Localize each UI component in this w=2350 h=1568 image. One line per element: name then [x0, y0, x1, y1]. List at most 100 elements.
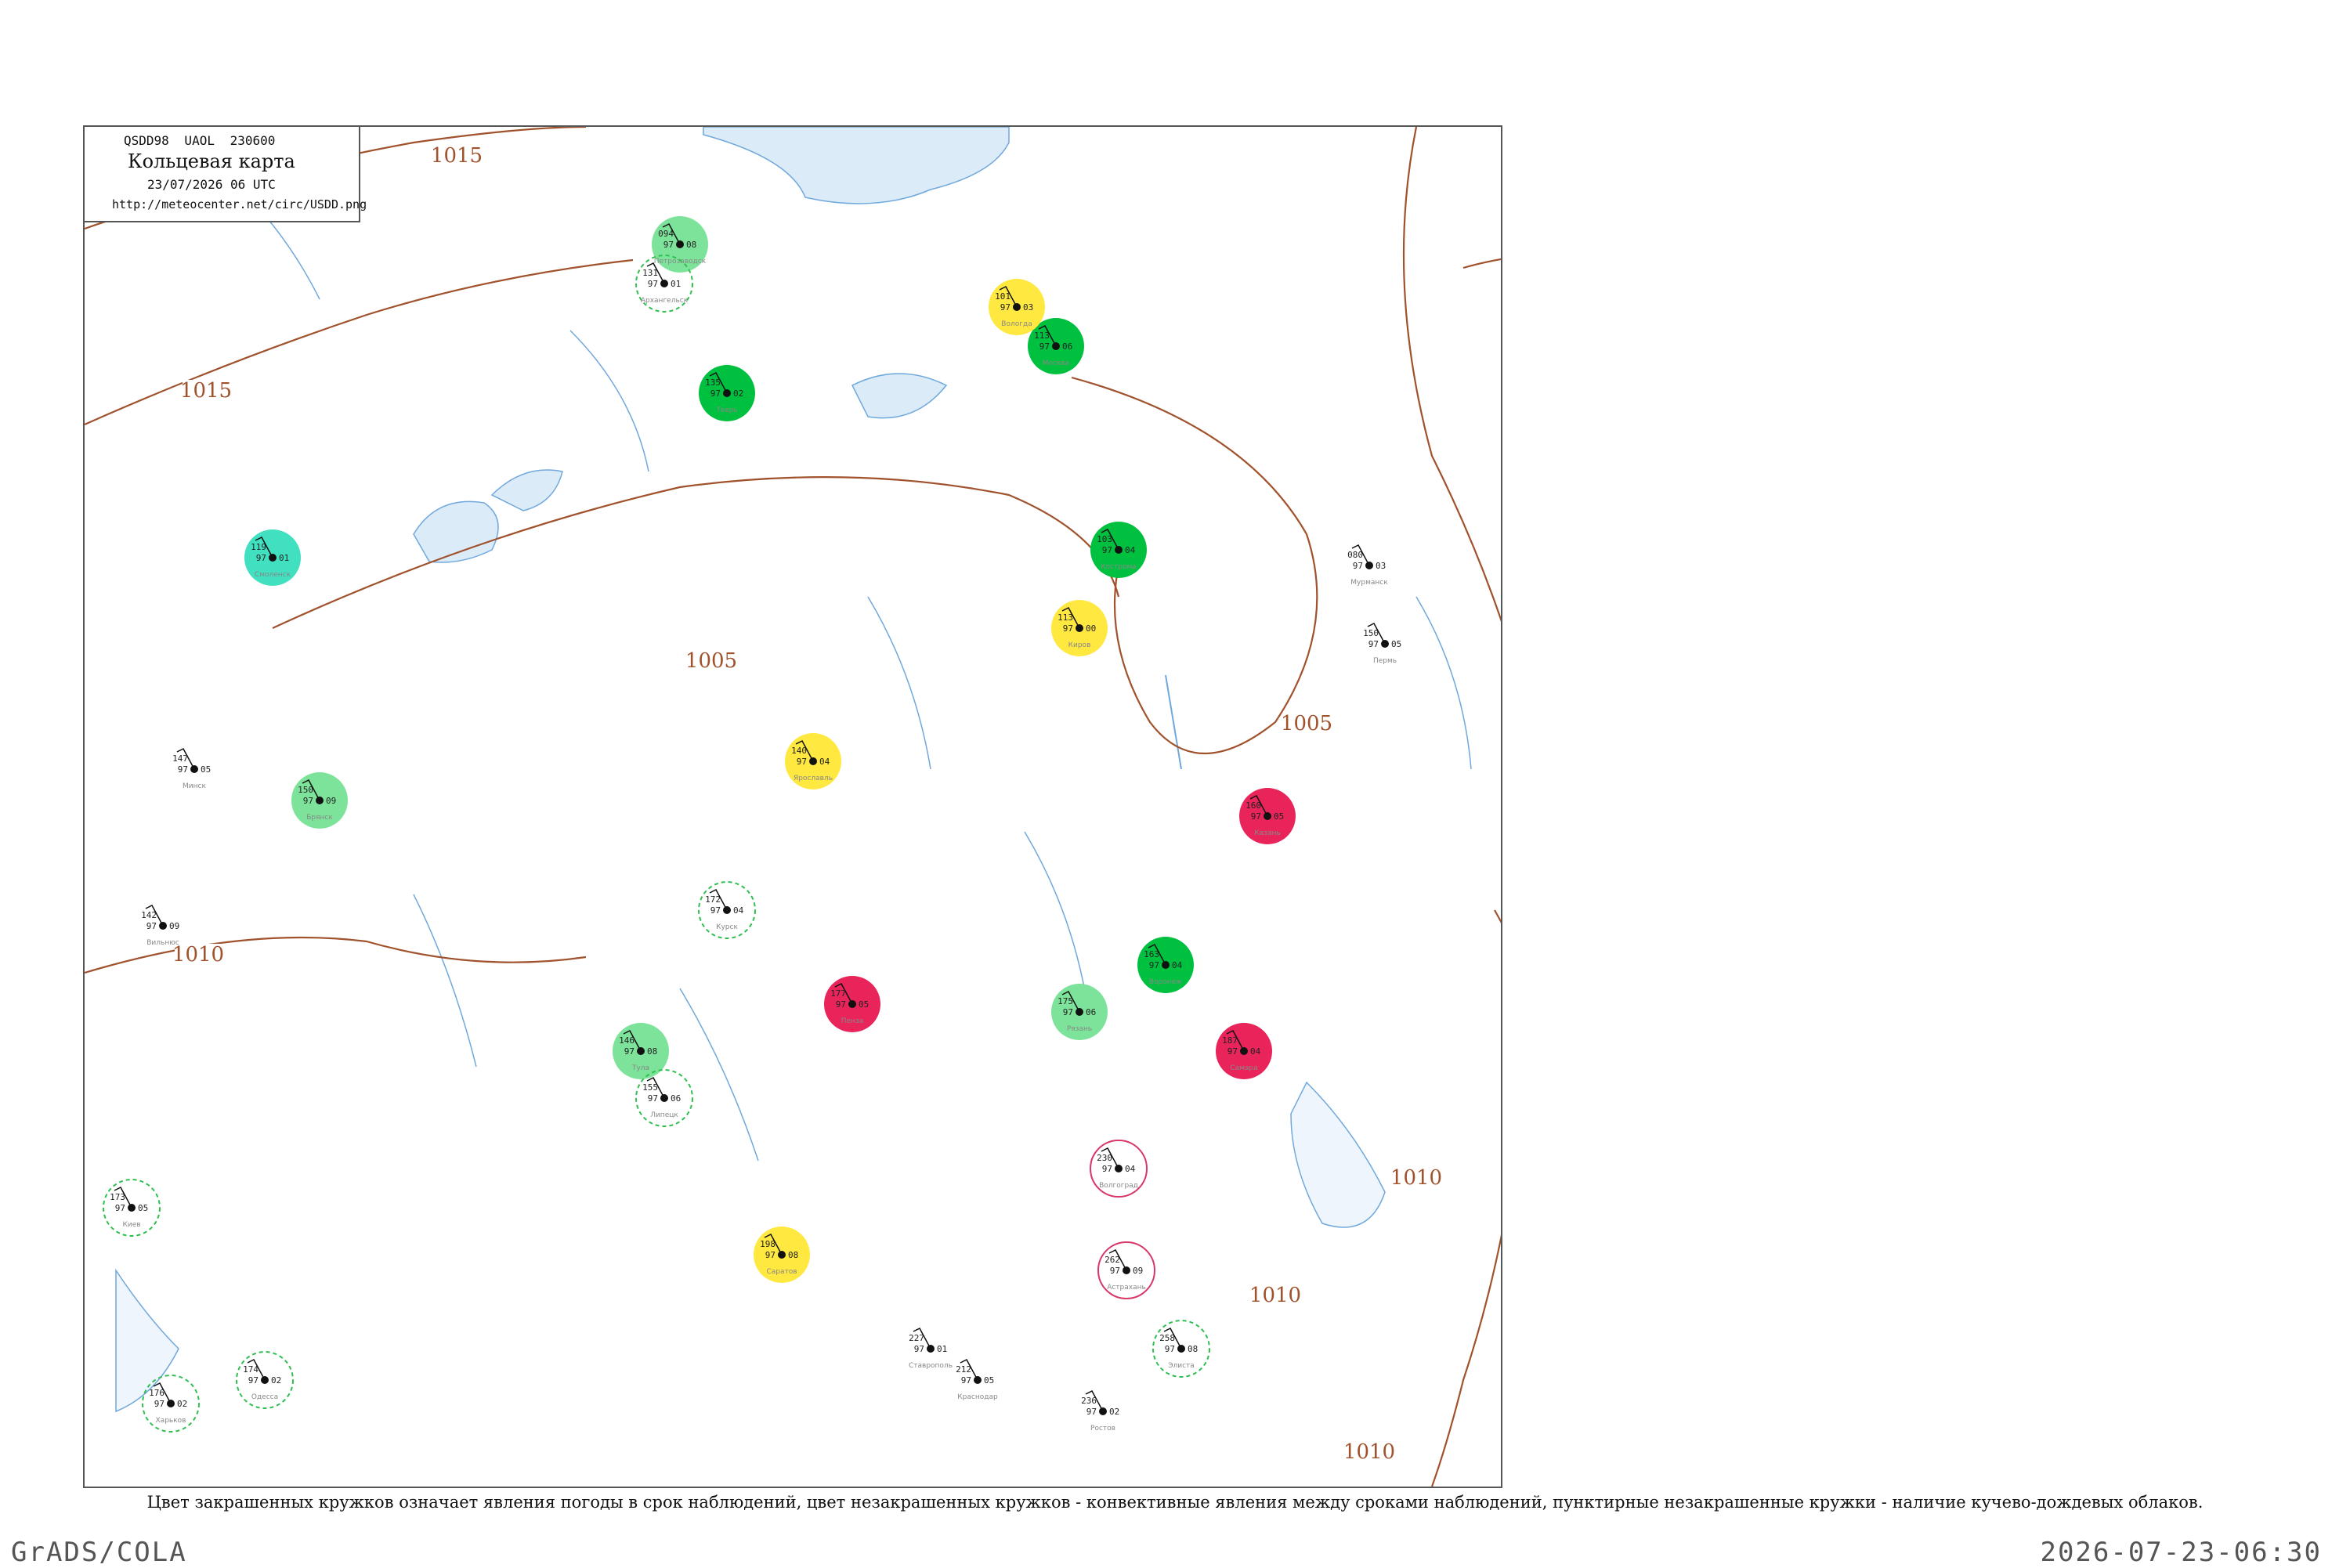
station-dewpoint: 08	[686, 240, 696, 250]
station-plot[interactable]: 16397 04 Воронеж	[1137, 937, 1194, 993]
station-name: Москва	[1043, 359, 1069, 367]
station-pressure: 97	[797, 757, 807, 767]
station-pressure: 97	[1039, 341, 1050, 352]
station-dewpoint: 05	[138, 1203, 148, 1213]
station-plot[interactable]: 10197 03 Вологда	[989, 279, 1045, 335]
map-title: Кольцевая карта	[128, 150, 295, 172]
station-pressure: 97	[710, 388, 721, 399]
station-temperature: 227	[909, 1333, 924, 1343]
station-plot[interactable]: 23097 04 Волгоград	[1090, 1140, 1148, 1198]
station-pressure: 97	[1368, 639, 1379, 649]
station-pressure: 97	[1086, 1407, 1097, 1417]
station-pressure: 97	[256, 553, 266, 563]
station-dewpoint: 09	[1133, 1266, 1143, 1276]
station-dewpoint: 02	[271, 1375, 281, 1386]
station-dewpoint: 05	[201, 764, 211, 775]
station-plot[interactable]: 22797 01 Ставрополь	[909, 1328, 953, 1370]
station-plot[interactable]: 14297 09 Вильнюс	[141, 905, 179, 947]
isobar-label: 1010	[1390, 1166, 1442, 1190]
station-temperature: 172	[705, 894, 721, 905]
station-plot[interactable]: 19897 08 Саратов	[754, 1227, 810, 1283]
station-name: Ростов	[1090, 1425, 1115, 1433]
station-plot[interactable]: 17397 05 Киев	[103, 1179, 161, 1237]
station-dewpoint: 09	[326, 796, 336, 806]
station-name: Смоленск	[255, 571, 291, 579]
station-name: Тула	[631, 1064, 649, 1072]
station-plot[interactable]: 14797 05 Минск	[172, 748, 211, 790]
station-plot[interactable]: 23697 02 Ростов	[1081, 1390, 1119, 1433]
station-plot[interactable]: 18797 04 Самара	[1216, 1023, 1272, 1079]
station-plot[interactable]: 17297 04 Курск	[698, 881, 756, 939]
station-temperature: 262	[1104, 1255, 1120, 1265]
station-dewpoint: 01	[671, 279, 681, 289]
station-temperature: 146	[619, 1035, 634, 1046]
station-plot[interactable]: 17797 05 Пенза	[824, 976, 880, 1032]
station-plot[interactable]: 17597 06 Рязань	[1051, 984, 1108, 1040]
station-pressure: 97	[1165, 1344, 1175, 1354]
station-plot[interactable]: 13597 02 Тверь	[699, 365, 755, 421]
station-plot[interactable]: 17497 02 Одесса	[236, 1351, 294, 1409]
station-name: Элиста	[1168, 1362, 1195, 1370]
station-plot[interactable]: 10397 04 Кострома	[1090, 522, 1147, 578]
station-pressure: 97	[663, 240, 674, 250]
station-pressure: 97	[248, 1375, 258, 1386]
station-plot[interactable]: 16097 05 Казань	[1239, 788, 1296, 844]
station-dewpoint: 05	[859, 999, 869, 1010]
station-dewpoint: 06	[1086, 1007, 1096, 1017]
station-plot[interactable]: 15097 05 Пермь	[1363, 623, 1401, 665]
station-temperature: 236	[1081, 1396, 1097, 1406]
station-dewpoint: 05	[1391, 639, 1401, 649]
bulletin-code: QSDD98 UAOL 230600	[124, 133, 276, 148]
station-plot[interactable]: 15097 09 Брянск	[291, 772, 348, 829]
station-plot[interactable]: 11997 01 Смоленск	[244, 529, 301, 586]
station-dewpoint: 02	[177, 1399, 187, 1409]
station-pressure: 97	[961, 1375, 971, 1386]
station-plot[interactable]: 09497 08 Петрозаводск	[652, 216, 708, 273]
source-url[interactable]: http://meteocenter.net/circ/USDD.png	[112, 197, 367, 211]
station-name: Самара	[1230, 1064, 1257, 1072]
station-dewpoint: 06	[1062, 341, 1072, 352]
station-plot[interactable]: 25897 08 Элиста	[1152, 1320, 1210, 1378]
station-plot[interactable]: 26297 09 Астрахань	[1097, 1241, 1155, 1299]
footer-timestamp: 2026-07-23-06:30	[2040, 1537, 2322, 1568]
station-temperature: 163	[1144, 949, 1159, 959]
station-plot[interactable]: 08097 03 Мурманск	[1347, 544, 1388, 587]
station-pressure: 97	[765, 1250, 776, 1260]
station-pressure: 97	[1110, 1266, 1120, 1276]
station-pressure: 97	[914, 1344, 924, 1354]
isobar-label: 1015	[431, 144, 483, 168]
station-dewpoint: 03	[1376, 561, 1386, 571]
station-name: Липецк	[650, 1111, 678, 1119]
legend-caption: Цвет закрашенных кружков означает явлени…	[146, 1493, 2204, 1512]
station-dewpoint: 04	[1125, 545, 1136, 555]
station-name: Киев	[122, 1221, 140, 1229]
station-temperature: 173	[110, 1192, 125, 1202]
station-temperature: 160	[1246, 800, 1261, 811]
map-frame: 1015101510101005100510151020102010151015…	[83, 125, 1502, 1488]
station-name: Архангельск	[641, 297, 689, 305]
station-temperature: 174	[243, 1364, 258, 1375]
station-name: Мурманск	[1350, 579, 1388, 587]
station-dewpoint: 08	[647, 1046, 657, 1057]
station-name: Ставрополь	[909, 1362, 953, 1370]
station-dewpoint: 02	[733, 388, 743, 399]
station-temperature: 198	[760, 1239, 776, 1249]
station-dewpoint: 04	[733, 905, 744, 916]
station-dewpoint: 04	[819, 757, 830, 767]
station-name: Петрозаводск	[654, 258, 707, 266]
station-temperature: 103	[1097, 534, 1112, 544]
station-temperature: 140	[791, 746, 807, 756]
station-plot[interactable]: 21297 05 Краснодар	[956, 1359, 998, 1401]
isobar-label: 1010	[1343, 1440, 1395, 1464]
station-plot[interactable]: 14097 04 Ярославль	[785, 733, 841, 789]
station-name: Брянск	[306, 814, 333, 822]
station-name: Киров	[1068, 641, 1091, 649]
station-temperature: 080	[1347, 550, 1363, 560]
isobar-label: 1005	[685, 649, 737, 673]
station-temperature: 135	[705, 378, 721, 388]
station-name: Вологда	[1001, 320, 1032, 328]
station-dewpoint: 06	[671, 1093, 681, 1104]
station-pressure: 97	[648, 279, 658, 289]
station-dewpoint: 05	[1274, 811, 1284, 822]
station-plot[interactable]: 11397 00 Киров	[1051, 600, 1108, 656]
